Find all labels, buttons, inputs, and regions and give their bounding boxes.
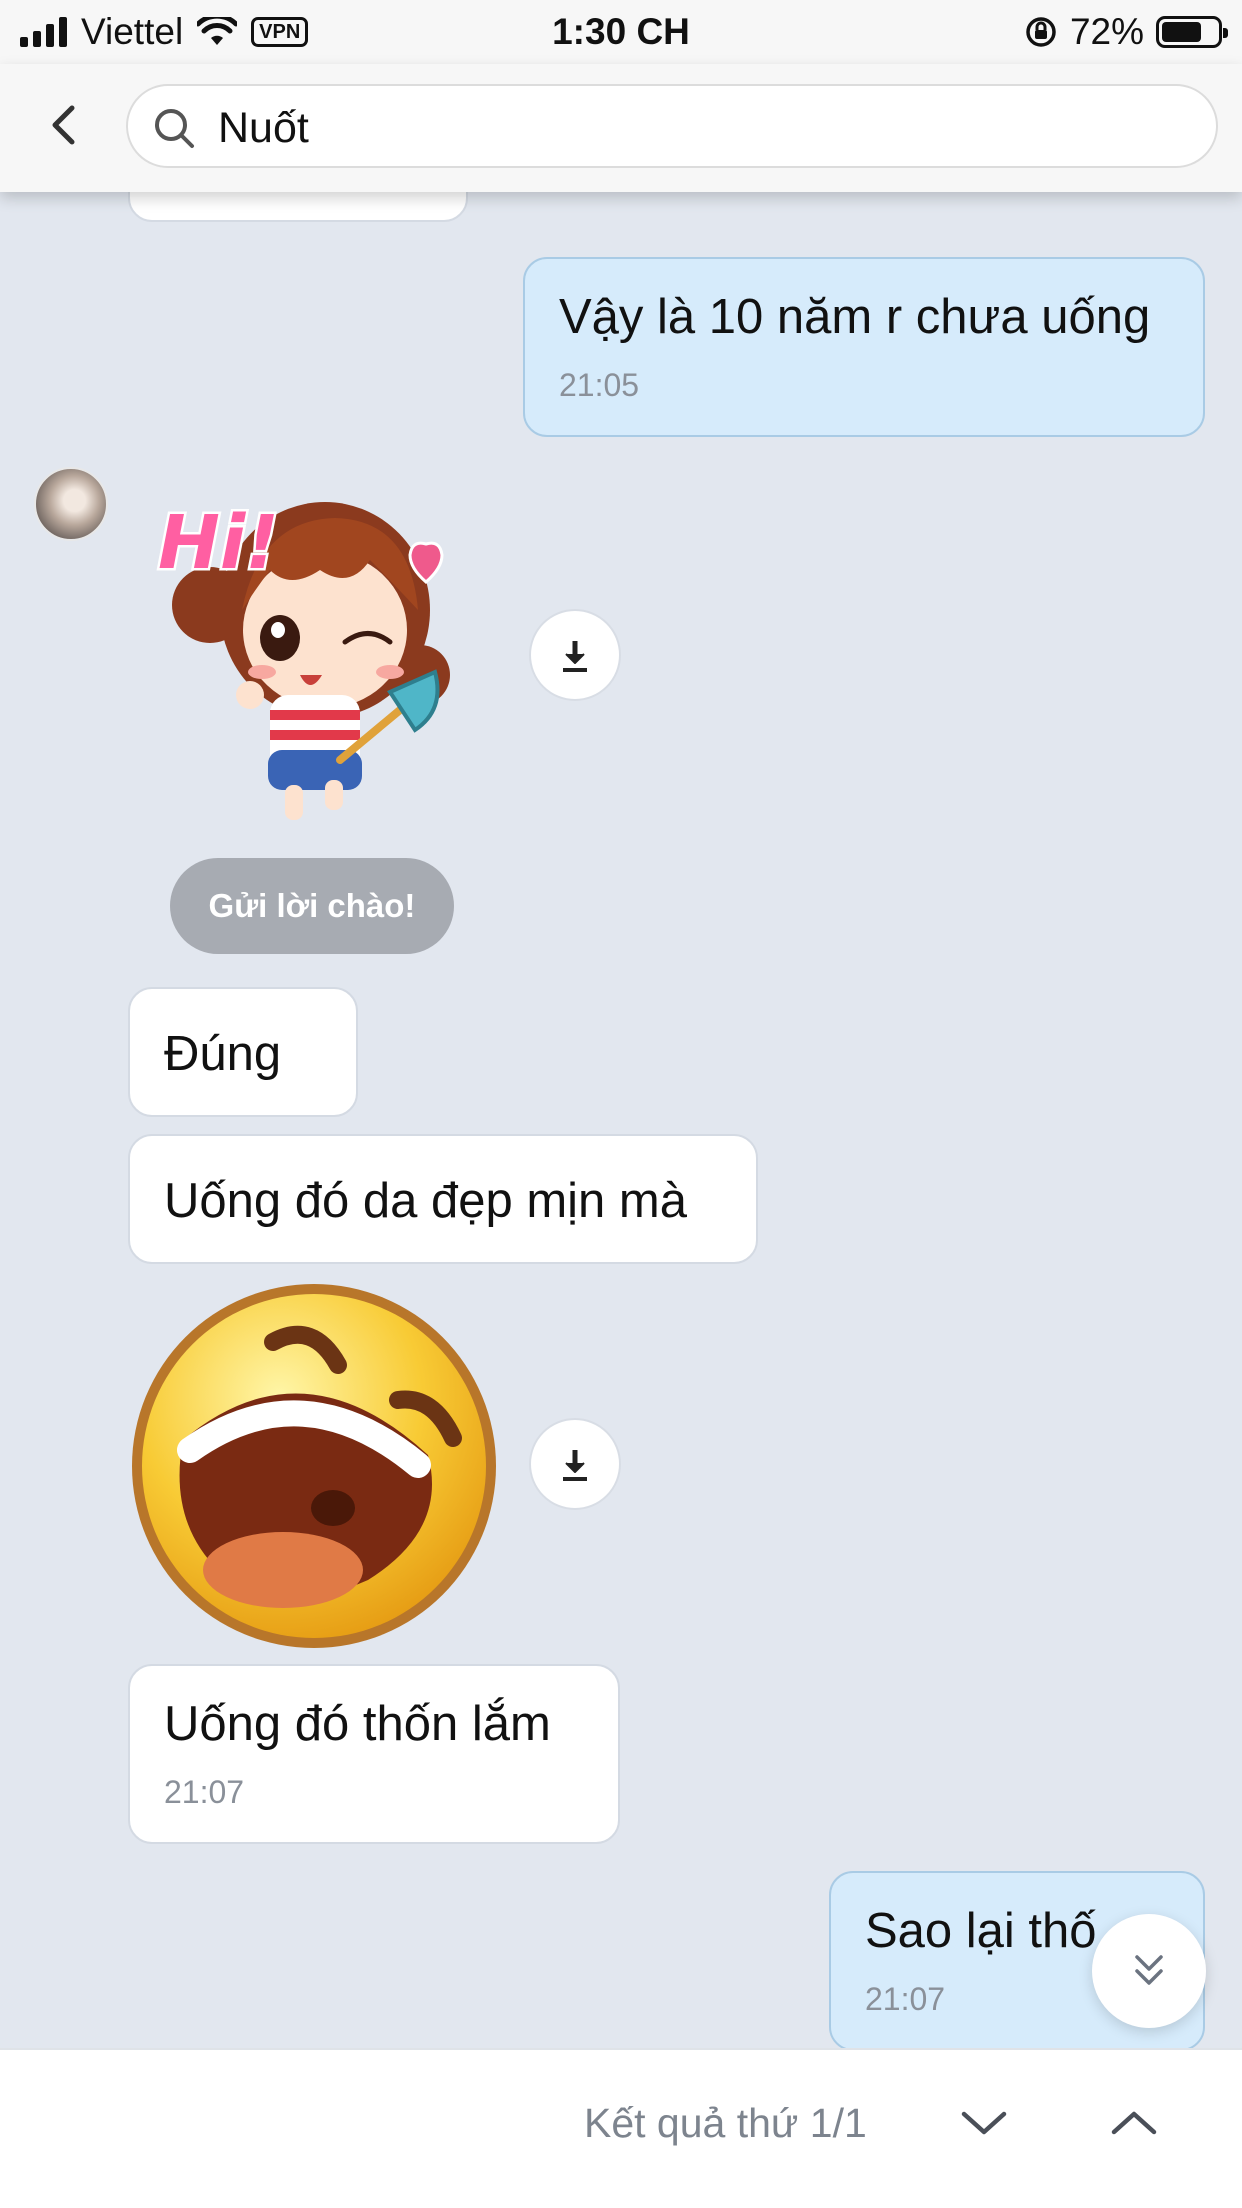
chevron-up-icon xyxy=(1111,2111,1157,2135)
chevron-left-icon xyxy=(52,105,75,145)
search-result-count: Kết quả thứ 1/1 xyxy=(584,2100,867,2146)
back-button[interactable] xyxy=(40,100,90,150)
message-text: Vậy là 10 năm r chưa uống xyxy=(559,290,1151,344)
search-header: Nuốt xyxy=(0,64,1242,192)
search-input[interactable]: Nuốt xyxy=(126,84,1218,168)
search-result-bar: Kết quả thứ 1/1 xyxy=(0,2048,1242,2208)
download-sticker-button[interactable] xyxy=(529,609,621,701)
chat-messages[interactable]: Vậy là 10 năm r chưa uống 21:05 Hi! Gửi … xyxy=(0,192,1242,2048)
search-query: Nuốt xyxy=(218,104,309,152)
next-result-button[interactable] xyxy=(956,2098,1012,2148)
download-sticker-button[interactable] xyxy=(529,1418,621,1510)
message-text: Đúng xyxy=(164,1027,282,1081)
double-chevron-down-icon xyxy=(1135,1955,1163,1985)
message-time: 21:07 xyxy=(164,1774,245,1810)
message-bubble-partial[interactable] xyxy=(128,192,468,222)
previous-result-button[interactable] xyxy=(1106,2098,1162,2148)
contact-avatar[interactable] xyxy=(34,467,108,541)
message-bubble-received[interactable]: Đúng xyxy=(128,987,358,1117)
message-bubble-received[interactable]: Uống đó thốn lắm 21:07 xyxy=(128,1664,620,1844)
battery-percent: 72% xyxy=(1069,11,1144,52)
laughing-emoji-sticker[interactable] xyxy=(128,1280,500,1652)
message-bubble-sent[interactable]: Vậy là 10 năm r chưa uống 21:05 xyxy=(523,257,1205,437)
orientation-lock-icon xyxy=(1026,17,1056,47)
chevron-down-icon xyxy=(961,2111,1007,2135)
sticker-hi-text: Hi! xyxy=(158,500,279,586)
battery-icon xyxy=(1156,16,1228,48)
hi-girl-sticker[interactable]: Hi! xyxy=(150,460,450,830)
download-icon xyxy=(563,1450,587,1481)
message-text: Uống đó da đẹp mịn mà xyxy=(164,1174,687,1228)
scroll-to-bottom-button[interactable] xyxy=(1092,1914,1206,2028)
message-time: 21:05 xyxy=(559,367,640,403)
message-text: Uống đó thốn lắm xyxy=(164,1697,551,1751)
message-bubble-received[interactable]: Uống đó da đẹp mịn mà xyxy=(128,1134,758,1264)
download-icon xyxy=(563,641,587,672)
status-bar: Viettel VPN 1:30 CH 72% xyxy=(0,0,1242,64)
say-hello-button[interactable]: Gửi lời chào! xyxy=(170,858,454,954)
search-icon xyxy=(155,109,194,148)
